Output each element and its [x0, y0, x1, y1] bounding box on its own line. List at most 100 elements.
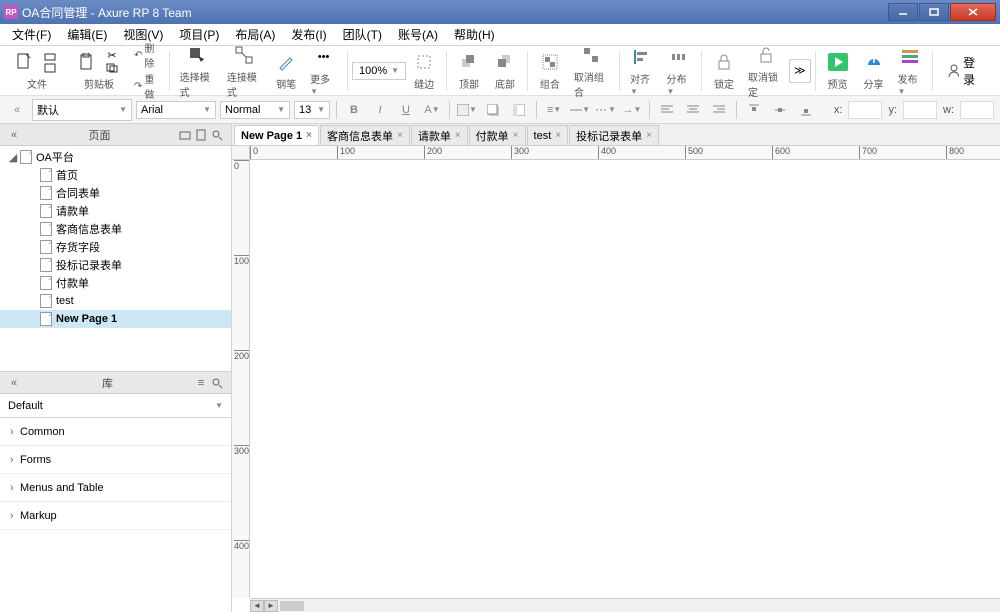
align-left-button[interactable]: [656, 100, 678, 120]
more-group[interactable]: ••• 更多 ▼: [304, 43, 343, 99]
arrow-style-button[interactable]: →▼: [621, 100, 643, 120]
zoom-select[interactable]: 100% ▼: [352, 62, 406, 80]
new-file-icon[interactable]: [12, 50, 36, 74]
save-icon[interactable]: [38, 62, 62, 73]
document-tab[interactable]: 付款单×: [469, 125, 526, 145]
italic-button[interactable]: I: [369, 100, 391, 120]
search-lib-icon[interactable]: [209, 375, 225, 391]
tree-root[interactable]: ◢ OA平台: [0, 148, 231, 166]
line-color-button[interactable]: ▼: [569, 100, 591, 120]
select-mode-icon[interactable]: [185, 43, 209, 67]
tree-item[interactable]: 合同表单: [0, 184, 231, 202]
top-group[interactable]: 顶部: [451, 48, 487, 93]
line-style-button[interactable]: ▼: [595, 100, 617, 120]
document-tab[interactable]: New Page 1×: [234, 125, 319, 145]
connect-mode-icon[interactable]: [232, 43, 256, 67]
collapse-lib-icon[interactable]: «: [6, 375, 22, 391]
collapse-formatbar-icon[interactable]: «: [6, 100, 28, 120]
library-category[interactable]: ›Markup: [0, 502, 231, 530]
tab-close-icon[interactable]: ×: [306, 130, 312, 141]
library-category[interactable]: ›Menus and Table: [0, 474, 231, 502]
tab-close-icon[interactable]: ×: [455, 130, 461, 141]
maximize-button[interactable]: [919, 3, 949, 21]
tree-item[interactable]: 请款单: [0, 202, 231, 220]
style-select[interactable]: 默认▼: [32, 99, 132, 121]
align-right-button[interactable]: [708, 100, 730, 120]
add-folder-icon[interactable]: [177, 127, 193, 143]
publish-icon[interactable]: [898, 45, 922, 69]
unlock-icon[interactable]: [754, 43, 778, 67]
ungroup-icon[interactable]: [579, 43, 603, 67]
redo-button[interactable]: ↷ 重做: [134, 71, 161, 101]
underline-button[interactable]: U: [395, 100, 417, 120]
search-pages-icon[interactable]: [209, 127, 225, 143]
preview-icon[interactable]: [826, 50, 850, 74]
tab-close-icon[interactable]: ×: [555, 130, 561, 141]
document-tab[interactable]: 客商信息表单×: [320, 125, 410, 145]
tree-item[interactable]: 首页: [0, 166, 231, 184]
publish-group[interactable]: 发布▼: [892, 43, 929, 99]
edge-group[interactable]: 缝边: [406, 48, 442, 93]
scroll-thumb[interactable]: [280, 601, 304, 611]
lock-icon[interactable]: [712, 50, 736, 74]
add-page-icon[interactable]: [193, 127, 209, 143]
lock-group[interactable]: 锁定: [706, 48, 742, 93]
share-icon[interactable]: [862, 50, 886, 74]
pen-group[interactable]: 钢笔: [268, 48, 304, 93]
send-back-icon[interactable]: [493, 50, 517, 74]
menu-help[interactable]: 帮助(H): [446, 24, 503, 45]
menu-account[interactable]: 账号(A): [390, 24, 446, 45]
copy-icon[interactable]: [100, 62, 124, 73]
pen-icon[interactable]: [274, 50, 298, 74]
font-size-select[interactable]: 13▼: [294, 101, 330, 119]
y-input[interactable]: [903, 101, 937, 119]
canvas[interactable]: [250, 160, 1000, 598]
collapse-pages-icon[interactable]: «: [6, 127, 22, 143]
distribute-group[interactable]: 分布▼: [661, 43, 698, 99]
select-mode-group[interactable]: 选择模式: [174, 41, 221, 101]
edge-icon[interactable]: [412, 50, 436, 74]
menu-file[interactable]: 文件(F): [4, 24, 59, 45]
bring-front-icon[interactable]: [457, 50, 481, 74]
horizontal-scrollbar[interactable]: ◄ ►: [250, 598, 1000, 612]
tree-toggle-icon[interactable]: ◢: [8, 151, 18, 164]
align-group[interactable]: 对齐▼: [624, 43, 661, 99]
group-group[interactable]: 组合: [532, 48, 568, 93]
connect-mode-group[interactable]: 连接模式: [221, 41, 268, 101]
outer-shadow-button[interactable]: [482, 100, 504, 120]
align-center-button[interactable]: [682, 100, 704, 120]
w-input[interactable]: [960, 101, 994, 119]
cut-icon[interactable]: ✂: [100, 50, 124, 61]
tab-close-icon[interactable]: ×: [397, 130, 403, 141]
lib-menu-icon[interactable]: ≡: [193, 375, 209, 391]
close-button[interactable]: [950, 3, 996, 21]
tab-close-icon[interactable]: ×: [646, 130, 652, 141]
font-weight-select[interactable]: Normal▼: [220, 101, 290, 119]
tree-item[interactable]: test: [0, 292, 231, 310]
text-color-button[interactable]: A▼: [421, 100, 443, 120]
bottom-group[interactable]: 底部: [487, 48, 523, 93]
valign-bottom-button[interactable]: [795, 100, 817, 120]
align-icon[interactable]: [630, 45, 654, 69]
more-icon[interactable]: •••: [312, 45, 336, 69]
distribute-icon[interactable]: [667, 45, 691, 69]
tree-item[interactable]: 投标记录表单: [0, 256, 231, 274]
unlock-group[interactable]: 取消锁定: [742, 41, 789, 101]
expand-toolbar-button[interactable]: ≫: [789, 59, 810, 83]
scroll-right-button[interactable]: ►: [264, 600, 278, 612]
tree-item[interactable]: 付款单: [0, 274, 231, 292]
tree-item[interactable]: 客商信息表单: [0, 220, 231, 238]
preview-group[interactable]: 预览: [820, 48, 856, 93]
library-selector[interactable]: Default ▼: [0, 394, 231, 418]
bold-button[interactable]: B: [343, 100, 365, 120]
font-select[interactable]: Arial▼: [136, 101, 216, 119]
x-input[interactable]: [848, 101, 882, 119]
document-tab[interactable]: 投标记录表单×: [569, 125, 659, 145]
inner-shadow-button[interactable]: [508, 100, 530, 120]
minimize-button[interactable]: [888, 3, 918, 21]
scroll-left-button[interactable]: ◄: [250, 600, 264, 612]
document-tab[interactable]: test×: [527, 125, 569, 145]
menu-edit[interactable]: 编辑(E): [59, 24, 115, 45]
library-category[interactable]: ›Common: [0, 418, 231, 446]
valign-top-button[interactable]: [743, 100, 765, 120]
